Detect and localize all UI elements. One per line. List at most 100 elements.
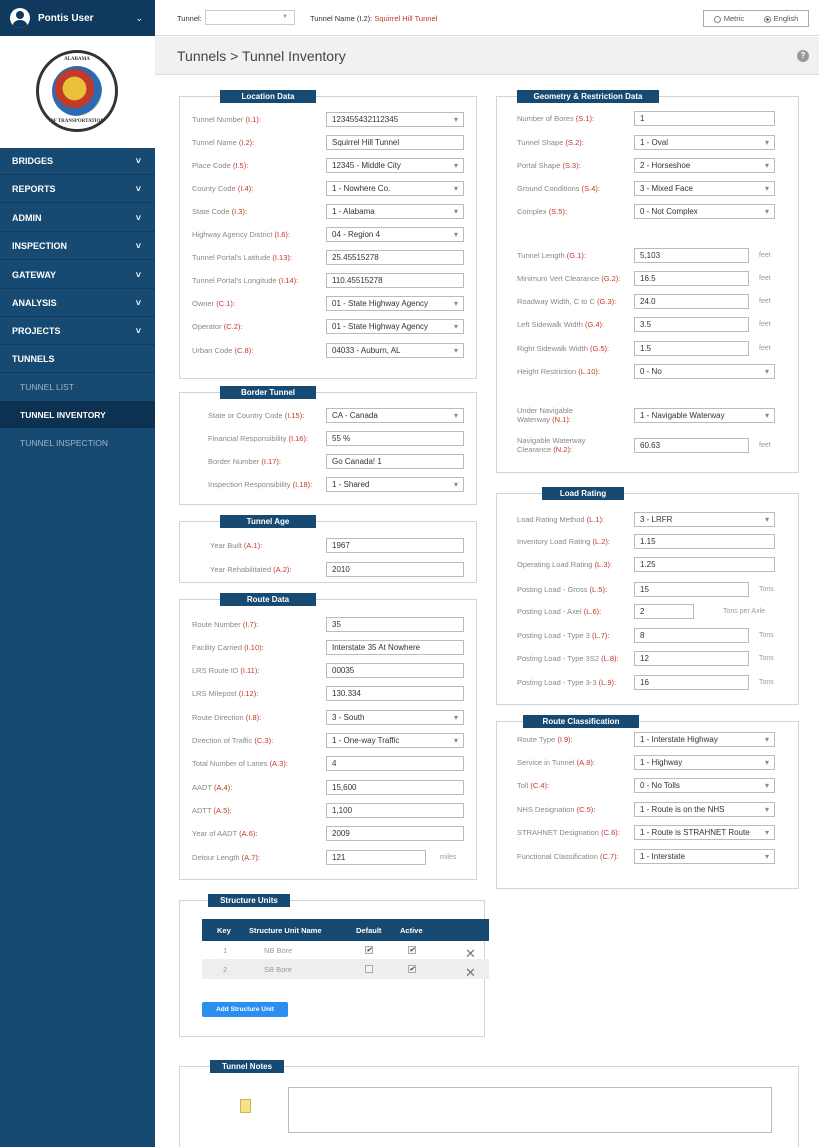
field-input[interactable]: 1.5 [634,341,749,356]
field-input[interactable]: 2009 [326,826,464,841]
field-label: Tunnel Number (I.1): [192,115,261,124]
field-input[interactable]: 5,103 [634,248,749,263]
submenu-item-3[interactable]: TUNNEL INSPECTION [0,429,155,456]
menu-item-admin[interactable]: ADMIN ˅ [0,205,155,232]
field-select[interactable]: 04033 - Auburn, AL [326,343,464,358]
unit-label: feet [759,275,771,282]
field-select[interactable]: 1 - Route is STRAHNET Route [634,825,775,840]
field-select[interactable]: 1 - One-way Traffic [326,733,464,748]
field-select[interactable]: 123455432112345 [326,112,464,127]
field-select[interactable]: 3 - South [326,710,464,725]
field-select[interactable]: 1 - Interstate Highway [634,732,775,747]
field-select[interactable]: 01 - State Highway Agency [326,319,464,334]
user-menu[interactable]: Pontis User ⌄ [0,0,155,36]
field-select[interactable]: 3 - Mixed Face [634,181,775,196]
field-select[interactable]: 01 - State Highway Agency [326,296,464,311]
field-input[interactable]: 3.5 [634,317,749,332]
field-select[interactable]: 1 - Oval [634,135,775,150]
field-select[interactable]: 1 - Highway [634,755,775,770]
active-checkbox[interactable]: ✔ [408,946,416,954]
field-input[interactable]: 15 [634,582,749,597]
field-input[interactable]: 55 % [326,431,464,446]
add-note-icon[interactable] [240,1099,251,1113]
delete-icon[interactable]: ✕ [465,965,476,981]
field-input[interactable]: 1967 [326,538,464,553]
field-select[interactable]: 1 - Alabama [326,204,464,219]
menu-label: TUNNELS [12,354,55,364]
tunnel-select[interactable]: ▼ [205,10,295,25]
field-input[interactable]: 24.0 [634,294,749,309]
menu-item-reports[interactable]: REPORTS ˅ [0,176,155,203]
field-input[interactable]: 130.334 [326,686,464,701]
field-select[interactable]: 3 - LRFR [634,512,775,527]
field-input[interactable]: Squirrel Hill Tunnel [326,135,464,150]
english-radio[interactable]: English [763,14,798,23]
field-label: Complex (S.5): [517,207,568,216]
menu-item-tunnels[interactable]: TUNNELS [0,346,155,373]
panel-title: Border Tunnel [220,386,316,399]
unit-toggle: Metric English [703,10,809,27]
field-select[interactable]: 1 - Interstate [634,849,775,864]
table-row[interactable]: 2 SB Bore ✔ ✕ [202,960,489,981]
field-label: Owner (C.1): [192,299,235,308]
field-input[interactable]: 16.5 [634,271,749,286]
field-label: Load Rating Method (L.1): [517,515,605,524]
field-select[interactable]: 1 - Navigable Waterway [634,408,775,423]
field-input[interactable]: 12 [634,651,749,666]
field-input[interactable]: 15,600 [326,780,464,795]
field-input[interactable]: 121 [326,850,426,865]
unit-label: feet [759,252,771,259]
field-select[interactable]: 0 - Not Complex [634,204,775,219]
field-input[interactable]: 00035 [326,663,464,678]
submenu-item-1[interactable]: TUNNEL LIST [0,373,155,400]
table-row[interactable]: 1 NB Bore ✔ ✔ ✕ [202,941,489,961]
field-input[interactable]: 35 [326,617,464,632]
field-input[interactable]: 2 [634,604,694,619]
field-label: Tunnel Length (G.1): [517,251,586,260]
menu-item-analysis[interactable]: ANALYSIS ˅ [0,290,155,317]
field-label: Portal Shape (S.3): [517,161,581,170]
chevron-down-icon: ˅ [135,326,141,336]
active-checkbox[interactable]: ✔ [408,965,416,973]
field-input[interactable]: 60.63 [634,438,749,453]
field-label: Operating Load Rating (L.3): [517,560,613,569]
add-structure-unit-button[interactable]: Add Structure Unit [202,1002,288,1017]
field-input[interactable]: 16 [634,675,749,690]
menu-item-gateway[interactable]: GATEWAY ˅ [0,262,155,289]
menu-item-inspection[interactable]: INSPECTION ˅ [0,233,155,260]
field-input[interactable]: 2010 [326,562,464,577]
seal-bottom-text: OF TRANSPORTATION [49,119,105,124]
field-label: Total Number of Lanes (A.3): [192,759,288,768]
default-checkbox[interactable]: ✔ [365,946,373,954]
field-input[interactable]: 4 [326,756,464,771]
field-select[interactable]: 04 - Region 4 [326,227,464,242]
field-input[interactable]: Interstate 35 At Nowhere [326,640,464,655]
metric-radio[interactable]: Metric [713,14,744,23]
menu-item-projects[interactable]: PROJECTS ˅ [0,318,155,345]
field-input[interactable]: 110.45515278 [326,273,464,288]
notes-textarea[interactable] [288,1087,772,1133]
field-input[interactable]: 25.45515278 [326,250,464,265]
field-input[interactable]: 8 [634,628,749,643]
field-select[interactable]: CA - Canada [326,408,464,423]
help-icon[interactable]: ? [797,50,809,62]
default-checkbox[interactable] [365,965,373,973]
field-select[interactable]: 2 - Horseshoe [634,158,775,173]
field-input[interactable]: Go Canada! 1 [326,454,464,469]
field-input[interactable]: 1.25 [634,557,775,572]
unit-label: feet [759,345,771,352]
field-input[interactable]: 1 [634,111,775,126]
field-select[interactable]: 0 - No [634,364,775,379]
field-select[interactable]: 0 - No Tolls [634,778,775,793]
chevron-down-icon: ˅ [135,184,141,194]
field-select[interactable]: 1 - Route is on the NHS [634,802,775,817]
field-select[interactable]: 12345 - Middle City [326,158,464,173]
submenu-item-2[interactable]: TUNNEL INVENTORY [0,401,155,428]
field-select[interactable]: 1 - Nowhere Co. [326,181,464,196]
user-name: Pontis User [38,12,94,24]
menu-item-bridges[interactable]: BRIDGES ˅ [0,148,155,175]
field-input[interactable]: 1,100 [326,803,464,818]
field-label: Tunnel Shape (S.2): [517,138,584,147]
field-input[interactable]: 1.15 [634,534,775,549]
field-select[interactable]: 1 - Shared [326,477,464,492]
